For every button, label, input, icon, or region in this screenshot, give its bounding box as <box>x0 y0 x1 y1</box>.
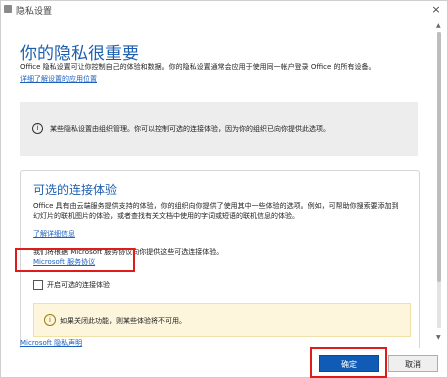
description-line: Office 具有由云端服务提供支持的体验，你的组织向你提供了使用其中一些体验的… <box>33 202 399 210</box>
dialog-content: 你的隐私很重要 Office 隐私设置可让你控制自己的体验和数据。你的隐私设置通… <box>6 22 432 348</box>
scroll-up-icon[interactable]: ▲ <box>436 22 441 29</box>
description-line: 幻灯片的联机图片的体验，或者查找有关文档中使用的字词或短语的联机信息的体验。 <box>33 212 299 220</box>
ok-button[interactable]: 确定 <box>319 355 379 372</box>
service-agreement-link[interactable]: Microsoft 服务协议 <box>33 257 95 267</box>
cancel-button[interactable]: 取消 <box>388 355 438 372</box>
window-title: 隐私设置 <box>16 7 53 17</box>
privacy-statement-link[interactable]: Microsoft 隐私声明 <box>20 338 82 348</box>
info-icon: i <box>32 123 43 134</box>
info-icon: i <box>44 314 56 326</box>
vertical-scrollbar[interactable]: ▲ ▼ <box>434 22 444 348</box>
scroll-down-icon[interactable]: ▼ <box>436 334 441 341</box>
managed-settings-banner: i 某些隐私设置由组织管理。你可以控制可选的连接体验，因为你的组织已向你提供此选… <box>20 102 418 156</box>
page-description: Office 隐私设置可让你控制自己的体验和数据。你的隐私设置通常会应用于使用同… <box>20 63 376 71</box>
page-title: 你的隐私很重要 <box>20 44 139 64</box>
scroll-track[interactable] <box>437 32 441 328</box>
agreement-text: 我们将根据 Microsoft 服务协议向你提供这些可选连接体验。 <box>33 248 224 256</box>
connected-experiences-card: 可选的连接体验 Office 具有由云端服务提供支持的体验，你的组织向你提供了使… <box>20 170 420 348</box>
checkbox[interactable] <box>33 280 43 290</box>
scroll-thumb[interactable] <box>437 32 441 282</box>
warning-banner: i 如果关闭此功能，则某些体验将不可用。 <box>33 303 411 337</box>
section-description: Office 具有由云端服务提供支持的体验，你的组织向你提供了使用其中一些体验的… <box>33 201 413 221</box>
app-icon <box>4 5 12 13</box>
warning-text: 如果关闭此功能，则某些体验将不可用。 <box>60 317 186 325</box>
learn-more-link[interactable]: 了解详细信息 <box>33 229 75 239</box>
checkbox-label[interactable]: 开启可选的连接体验 <box>47 280 110 290</box>
close-button[interactable]: × <box>430 3 442 16</box>
learn-more-settings-link[interactable]: 详细了解设置的应用位置 <box>20 74 97 84</box>
section-title: 可选的连接体验 <box>33 183 118 197</box>
title-bar: 隐私设置 × <box>0 0 448 20</box>
managed-settings-text: 某些隐私设置由组织管理。你可以控制可选的连接体验，因为你的组织已向你提供此选项。 <box>50 125 330 133</box>
